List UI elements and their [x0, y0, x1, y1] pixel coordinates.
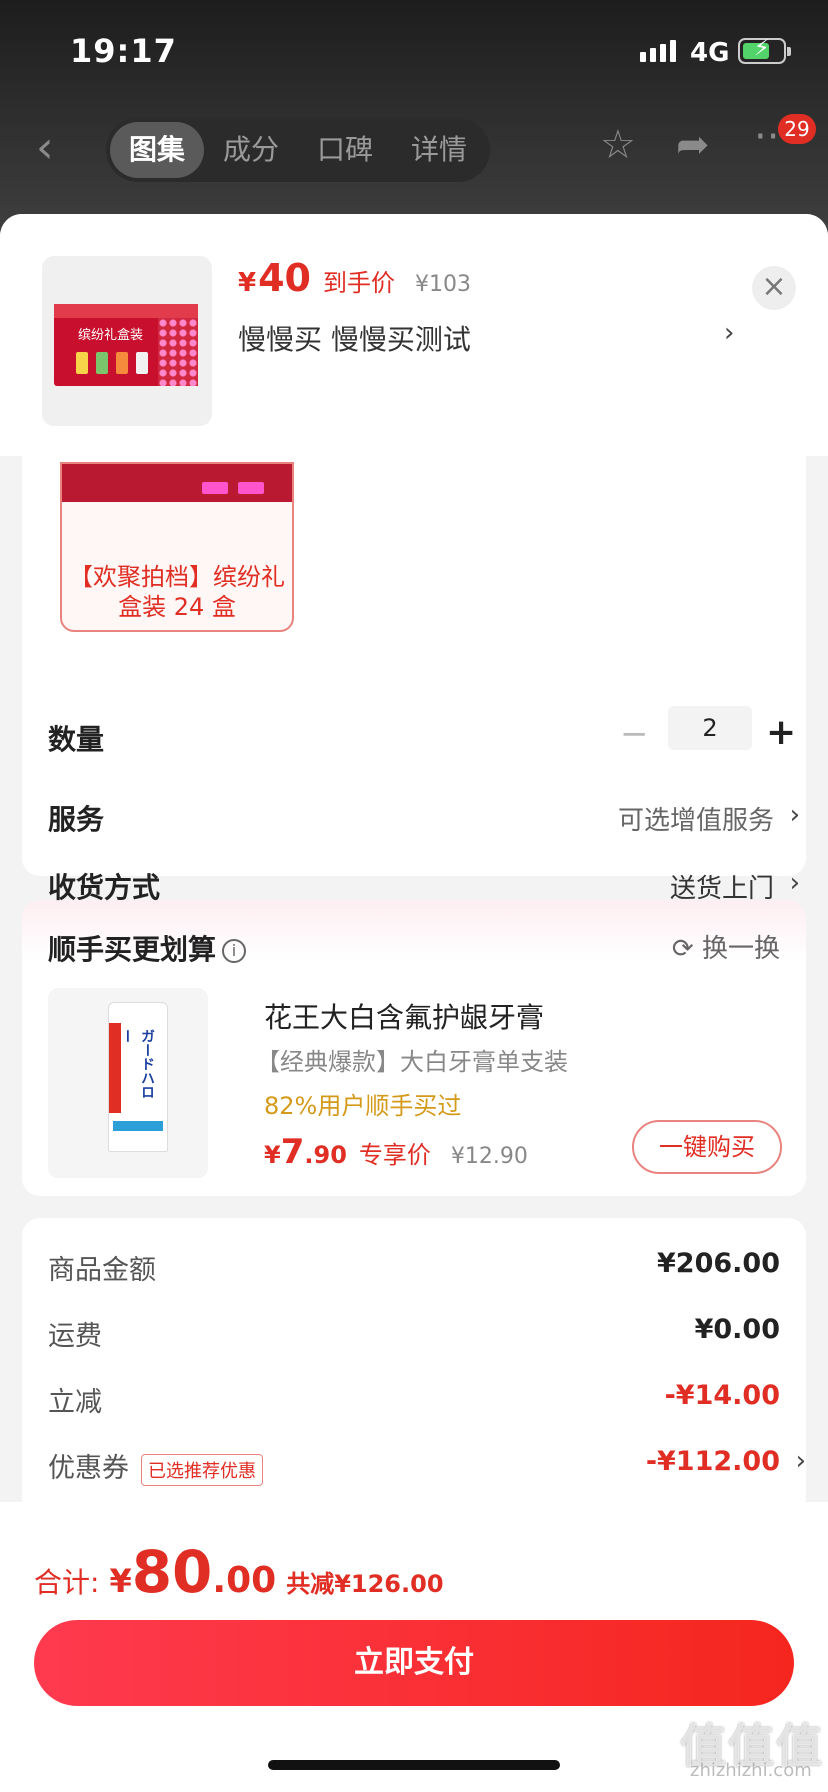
minus-icon[interactable]: −: [620, 714, 649, 754]
coupon-tag: 已选推荐优惠: [141, 1453, 263, 1486]
delivery-value: 送货上门: [669, 874, 774, 904]
quantity-row: 数量 − 2 +: [48, 706, 800, 758]
tab-bar: 图集 成分 口碑 详情: [106, 118, 490, 182]
delivery-label: 收货方式: [48, 871, 161, 904]
goods-amount-value: ¥206.00: [657, 1248, 780, 1279]
total-symbol: ¥: [109, 1562, 132, 1600]
message-badge: 29: [778, 114, 816, 144]
tab-gallery[interactable]: 图集: [110, 122, 204, 178]
signal-icon: [640, 40, 676, 62]
discount-label: 立减: [48, 1387, 102, 1418]
addon-price-dec: .90: [304, 1141, 347, 1169]
addon-price-label: 专享价: [358, 1141, 431, 1169]
top-nav: ‹ 图集 成分 口碑 详情 ☆ ➦ ··· 29: [0, 108, 828, 188]
total-dec: .00: [212, 1560, 277, 1601]
product-price: ¥ 40 到手价 ¥103: [238, 256, 471, 300]
shop-name[interactable]: 慢慢买 慢慢买测试: [238, 318, 471, 358]
plus-icon[interactable]: +: [766, 712, 796, 753]
purchase-sheet: 缤纷礼盒装 ¥ 40 到手价 ¥103 慢慢买 慢慢买测试 › × 【欢聚拍档】…: [0, 214, 828, 1792]
shipping-row: 运费 ¥0.00: [48, 1314, 780, 1354]
swap-label: 换一换: [701, 934, 780, 964]
chevron-right-icon[interactable]: ›: [724, 318, 734, 348]
share-icon[interactable]: ➦: [676, 122, 710, 168]
order-total: 合计: ¥ 80 .00 共减¥126.00: [34, 1538, 444, 1606]
discount-value: -¥14.00: [664, 1380, 780, 1411]
addon-buy-rate: 82%用户顺手买过: [264, 1092, 462, 1120]
sku-name: 【欢聚拍档】缤纷礼盒装 24 盒: [69, 563, 285, 621]
status-bar: 19:17 4G ⚡: [0, 0, 828, 104]
goods-amount-label: 商品金额: [48, 1255, 156, 1286]
chevron-right-icon: ›: [789, 800, 800, 830]
tab-details[interactable]: 详情: [392, 122, 486, 178]
status-time: 19:17: [70, 32, 177, 70]
swap-button[interactable]: ⟳ 换一换: [672, 928, 780, 965]
coupon-row[interactable]: 优惠券 已选推荐优惠 -¥112.00 ›: [48, 1446, 806, 1486]
addon-product-subtitle: 【经典爆款】大白牙膏单支装: [256, 1048, 568, 1076]
chevron-right-icon: ›: [789, 868, 800, 898]
coupon-label-group: 优惠券 已选推荐优惠: [48, 1446, 263, 1486]
service-row[interactable]: 服务 可选增值服务 ›: [48, 798, 800, 838]
price-label: 到手价: [322, 269, 395, 297]
product-thumbnail: 缤纷礼盒装: [42, 256, 212, 426]
addon-product-name[interactable]: 花王大白含氟护龈牙膏: [264, 996, 544, 1036]
battery-icon: ⚡: [738, 36, 791, 64]
network-type: 4G: [690, 38, 730, 68]
original-price: ¥103: [414, 272, 471, 297]
quantity-label: 数量: [48, 723, 105, 756]
price-summary-card: 商品金额 ¥206.00 运费 ¥0.00 立减 -¥14.00 优惠券 已选推荐…: [22, 1218, 806, 1518]
chevron-right-icon: ›: [795, 1446, 806, 1476]
total-label: 合计:: [34, 1566, 100, 1599]
addon-product-image[interactable]: ガードハロー: [48, 988, 208, 1178]
tab-ingredients[interactable]: 成分: [204, 122, 298, 178]
close-button[interactable]: ×: [752, 266, 796, 310]
coupon-label: 优惠券: [48, 1453, 129, 1484]
quantity-input[interactable]: 2: [668, 706, 752, 750]
sku-image: [62, 464, 292, 502]
addon-title-text: 顺手买更划算: [48, 933, 217, 966]
back-icon[interactable]: ‹: [36, 122, 54, 173]
addon-price-int: 7: [280, 1132, 305, 1172]
addon-price-symbol: ¥: [264, 1141, 281, 1169]
service-value: 可选增值服务: [617, 806, 774, 836]
one-click-buy-button[interactable]: 一键购买: [632, 1120, 782, 1174]
total-int: 80: [131, 1538, 213, 1606]
product-header: 缤纷礼盒装 ¥ 40 到手价 ¥103 慢慢买 慢慢买测试 › ×: [0, 214, 828, 456]
addon-original-price: ¥12.90: [450, 1144, 528, 1169]
pay-now-button[interactable]: 立即支付: [34, 1620, 794, 1706]
goods-amount-row: 商品金额 ¥206.00: [48, 1248, 780, 1288]
delivery-row[interactable]: 收货方式 送货上门 ›: [48, 866, 800, 906]
star-icon[interactable]: ☆: [600, 122, 636, 168]
coupon-value: -¥112.00: [645, 1446, 780, 1477]
price-symbol: ¥: [238, 268, 257, 298]
info-icon[interactable]: i: [222, 939, 247, 963]
shipping-value: ¥0.00: [694, 1314, 780, 1345]
discount-row: 立减 -¥14.00: [48, 1380, 780, 1420]
total-saved: 共减¥126.00: [286, 1570, 444, 1598]
addon-title: 顺手买更划算 i: [48, 928, 247, 968]
sku-option-selected[interactable]: 【欢聚拍档】缤纷礼盒装 24 盒: [60, 462, 294, 632]
addon-price: ¥ 7 .90 专享价 ¥12.90: [264, 1132, 528, 1172]
service-label: 服务: [48, 803, 105, 836]
refresh-icon: ⟳: [671, 934, 694, 964]
watermark-site: zhizhizhi.com: [690, 1760, 812, 1781]
price-value: 40: [258, 256, 311, 300]
tab-reviews[interactable]: 口碑: [298, 122, 392, 178]
addon-card: 顺手买更划算 i ⟳ 换一换 ガードハロー 花王大白含氟护龈牙膏 【经典爆款】大白…: [22, 900, 806, 1196]
home-indicator[interactable]: [268, 1760, 560, 1770]
shipping-label: 运费: [48, 1321, 102, 1352]
